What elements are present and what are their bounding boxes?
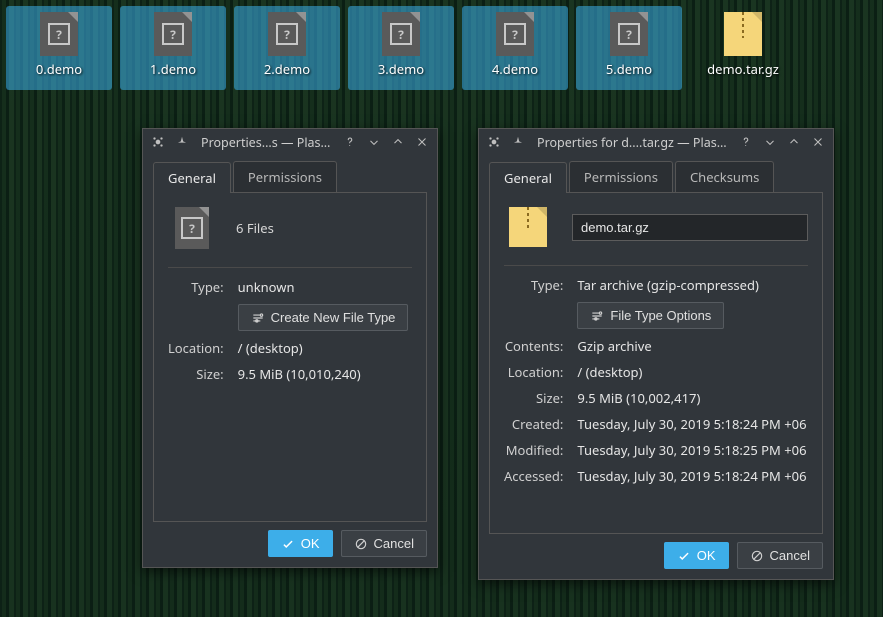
desktop-file-label: demo.tar.gz <box>707 60 779 78</box>
close-icon[interactable] <box>809 133 827 151</box>
properties-dialog-single: Properties for d....tar.gz — Plasma Gene… <box>478 128 834 580</box>
ok-button[interactable]: OK <box>268 530 333 557</box>
titlebar: Properties for d....tar.gz — Plasma <box>479 129 833 155</box>
unknown-file-icon: ? <box>37 12 81 56</box>
desktop-file-item[interactable]: ? 0.demo <box>6 6 112 90</box>
size-label: Size: <box>168 365 224 383</box>
create-file-type-button[interactable]: Create New File Type <box>238 304 409 331</box>
size-label: Size: <box>504 389 563 407</box>
titlebar: Properties...s — Plasma <box>143 129 437 155</box>
desktop-file-item[interactable]: demo.tar.gz <box>690 6 796 90</box>
type-value: unknown <box>238 278 412 296</box>
size-value: 9.5 MiB (10,002,417) <box>577 389 808 407</box>
window-title: Properties...s — Plasma <box>197 134 335 151</box>
pin-icon[interactable] <box>173 133 191 151</box>
contents-value: Gzip archive <box>577 337 808 355</box>
tabs: General Permissions <box>143 155 437 192</box>
location-value: / (desktop) <box>238 339 412 357</box>
archive-file-icon <box>721 12 765 56</box>
type-value: Tar archive (gzip-compressed) <box>577 276 808 294</box>
file-summary: 6 Files <box>236 219 274 237</box>
modified-label: Modified: <box>504 441 563 459</box>
properties-dialog-multi: Properties...s — Plasma General Permissi… <box>142 128 438 568</box>
filename-input[interactable] <box>572 214 808 241</box>
created-label: Created: <box>504 415 563 433</box>
unknown-file-icon: ? <box>265 12 309 56</box>
desktop-file-label: 3.demo <box>378 60 424 78</box>
app-menu-icon[interactable] <box>485 133 503 151</box>
unknown-file-icon: ? <box>151 12 195 56</box>
modified-value: Tuesday, July 30, 2019 5:18:25 PM +06 <box>577 441 808 459</box>
tab-general[interactable]: General <box>153 162 231 193</box>
desktop-file-label: 2.demo <box>264 60 310 78</box>
created-value: Tuesday, July 30, 2019 5:18:24 PM +06 <box>577 415 808 433</box>
tab-permissions[interactable]: Permissions <box>569 161 673 192</box>
location-label: Location: <box>168 339 224 357</box>
cancel-button[interactable]: Cancel <box>737 542 823 569</box>
unknown-file-icon: ? <box>379 12 423 56</box>
desktop: ? 0.demo? 1.demo? 2.demo? 3.demo? 4.demo? 5.de… <box>0 0 883 96</box>
minimize-icon[interactable] <box>761 133 779 151</box>
unknown-file-icon: ? <box>607 12 651 56</box>
maximize-icon[interactable] <box>785 133 803 151</box>
tab-panel-general: ? 6 Files Type: unknown Create New File … <box>153 192 427 522</box>
tabs: General Permissions Checksums <box>479 155 833 192</box>
contents-label: Contents: <box>504 337 563 355</box>
file-icon: ? <box>168 207 216 249</box>
file-type-options-button[interactable]: File Type Options <box>577 302 724 329</box>
location-value: / (desktop) <box>577 363 808 381</box>
window-title: Properties for d....tar.gz — Plasma <box>533 134 731 151</box>
type-label: Type: <box>504 276 563 294</box>
desktop-file-label: 5.demo <box>606 60 652 78</box>
pin-icon[interactable] <box>509 133 527 151</box>
desktop-file-item[interactable]: ? 3.demo <box>348 6 454 90</box>
desktop-file-item[interactable]: ? 2.demo <box>234 6 340 90</box>
help-icon[interactable] <box>737 133 755 151</box>
ok-button[interactable]: OK <box>664 542 729 569</box>
desktop-file-label: 4.demo <box>492 60 538 78</box>
type-label: Type: <box>168 278 224 296</box>
accessed-label: Accessed: <box>504 467 563 485</box>
maximize-icon[interactable] <box>389 133 407 151</box>
help-icon[interactable] <box>341 133 359 151</box>
desktop-file-label: 0.demo <box>36 60 82 78</box>
accessed-value: Tuesday, July 30, 2019 5:18:24 PM +06 <box>577 467 808 485</box>
desktop-file-item[interactable]: ? 5.demo <box>576 6 682 90</box>
dialog-buttons: OK Cancel <box>143 530 437 567</box>
separator <box>168 267 412 268</box>
desktop-file-item[interactable]: ? 1.demo <box>120 6 226 90</box>
size-value: 9.5 MiB (10,010,240) <box>238 365 412 383</box>
app-menu-icon[interactable] <box>149 133 167 151</box>
tab-permissions[interactable]: Permissions <box>233 161 337 192</box>
tab-general[interactable]: General <box>489 162 567 193</box>
close-icon[interactable] <box>413 133 431 151</box>
tab-checksums[interactable]: Checksums <box>675 161 774 192</box>
tab-panel-general: Type: Tar archive (gzip-compressed) File… <box>489 192 823 534</box>
unknown-file-icon: ? <box>493 12 537 56</box>
cancel-button[interactable]: Cancel <box>341 530 427 557</box>
minimize-icon[interactable] <box>365 133 383 151</box>
file-icon <box>504 207 552 247</box>
dialog-buttons: OK Cancel <box>479 542 833 579</box>
separator <box>504 265 808 266</box>
desktop-file-label: 1.demo <box>150 60 196 78</box>
location-label: Location: <box>504 363 563 381</box>
desktop-file-item[interactable]: ? 4.demo <box>462 6 568 90</box>
